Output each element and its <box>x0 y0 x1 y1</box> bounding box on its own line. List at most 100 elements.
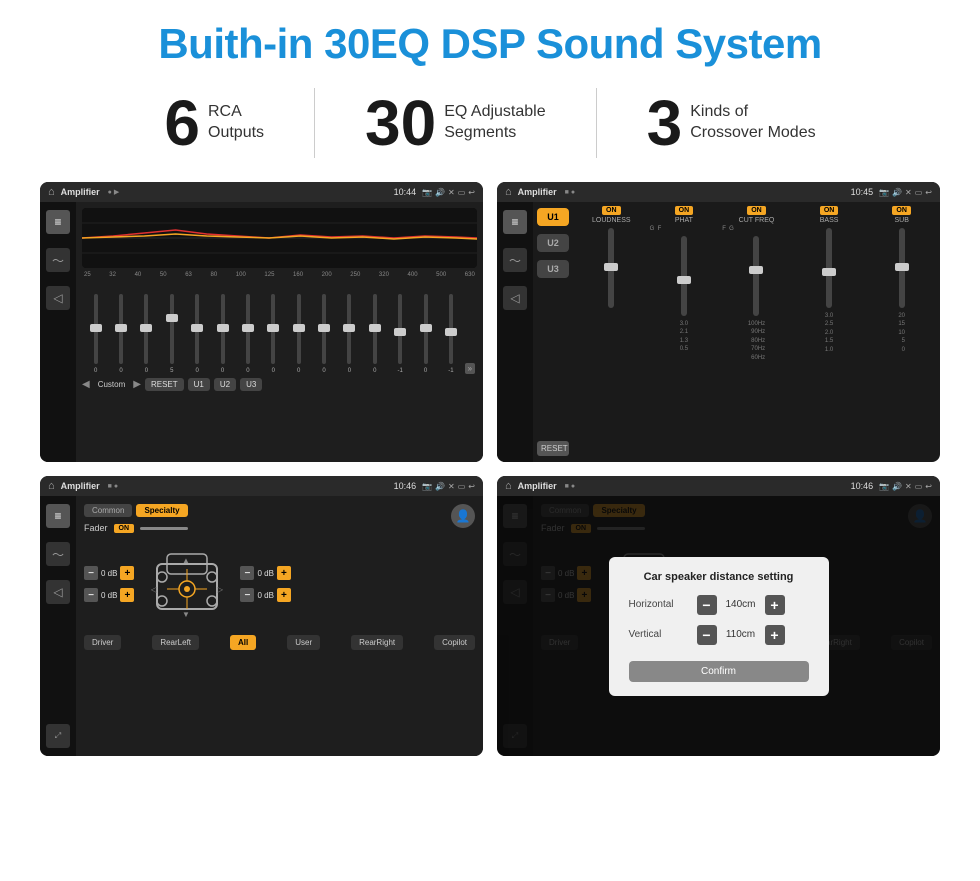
next-button[interactable]: ▶ <box>133 379 141 390</box>
cutfreq-label: CUT FREQ <box>739 217 775 224</box>
phat-scale: 3.02.11.30.5 <box>680 320 688 354</box>
eq-slider-7: 0 <box>236 294 259 374</box>
sub-toggle[interactable]: ON <box>892 206 911 215</box>
bass-slider[interactable] <box>826 228 832 308</box>
cutfreq-toggle[interactable]: ON <box>747 206 766 215</box>
left-speaker-controls: − 0 dB + − 0 dB + <box>84 566 134 602</box>
common-tab[interactable]: Common <box>84 504 132 517</box>
sub-slider[interactable] <box>899 228 905 308</box>
fader-label: Fader <box>84 523 108 533</box>
phat-label: PHAT <box>675 217 693 224</box>
cross-expand-icon[interactable]: ⤢ <box>46 724 70 748</box>
amp-status-icons: 📷🔊✕▭↩ <box>879 188 932 197</box>
dist-home-icon[interactable]: ⌂ <box>505 480 512 492</box>
speaker-icon[interactable]: ◁ <box>46 286 70 310</box>
reset-button[interactable]: RESET <box>145 378 184 391</box>
stat-number-eq: 30 <box>365 91 436 155</box>
cross-spk-icon[interactable]: ◁ <box>46 580 70 604</box>
cross-time: 10:46 <box>394 481 417 491</box>
vertical-row: Vertical − 110cm + <box>629 625 809 645</box>
stat-label-crossover: Kinds ofCrossover Modes <box>690 102 815 144</box>
user-btn[interactable]: User <box>287 635 320 650</box>
fader-slider[interactable] <box>140 527 188 530</box>
rearright-btn[interactable]: RearRight <box>351 635 403 650</box>
loudness-group: ON LOUDNESS <box>577 206 646 458</box>
profile-icon[interactable]: 👤 <box>451 504 475 528</box>
sub-group: ON SUB 20151050 <box>867 206 936 458</box>
specialty-tab[interactable]: Specialty <box>136 504 187 517</box>
prev-button[interactable]: ◀ <box>82 379 90 390</box>
amp-screen-title: Amplifier <box>518 187 557 197</box>
phat-toggle[interactable]: ON <box>675 206 694 215</box>
db-minus-1[interactable]: − <box>84 566 98 580</box>
vertical-plus[interactable]: + <box>765 625 785 645</box>
u3-preset[interactable]: U3 <box>537 260 569 278</box>
horizontal-minus[interactable]: − <box>697 595 717 615</box>
db-minus-4[interactable]: − <box>240 588 254 602</box>
amp-time: 10:45 <box>851 187 874 197</box>
eq-slider-13: -1 <box>389 294 412 374</box>
wave-icon[interactable]: 〜 <box>46 248 70 272</box>
distance-dialog: Car speaker distance setting Horizontal … <box>609 557 829 696</box>
cross-tabs: Common Specialty <box>84 504 188 517</box>
horizontal-plus[interactable]: + <box>765 595 785 615</box>
confirm-button[interactable]: Confirm <box>629 661 809 682</box>
u3-button[interactable]: U3 <box>240 378 262 391</box>
cross-eq-icon[interactable]: ≡ <box>46 504 70 528</box>
rearleft-btn[interactable]: RearLeft <box>152 635 199 650</box>
eq-slider-11: 0 <box>338 294 361 374</box>
cross-home-icon[interactable]: ⌂ <box>48 480 55 492</box>
u2-preset[interactable]: U2 <box>537 234 569 252</box>
dialog-title: Car speaker distance setting <box>629 571 809 583</box>
eq-slider-6: 0 <box>211 294 234 374</box>
amp-spk-icon[interactable]: ◁ <box>503 286 527 310</box>
bottom-controls: Driver RearLeft All User RearRight Copil… <box>84 635 475 650</box>
amp-wave-icon[interactable]: 〜 <box>503 248 527 272</box>
loudness-toggle[interactable]: ON <box>602 206 621 215</box>
cross-screen-title: Amplifier <box>61 481 100 491</box>
cutfreq-slider[interactable] <box>753 236 759 316</box>
eq-icon[interactable]: ≡ <box>46 210 70 234</box>
stat-number-crossover: 3 <box>647 91 683 155</box>
db-plus-2[interactable]: + <box>120 588 134 602</box>
u2-button[interactable]: U2 <box>214 378 236 391</box>
phat-group: ON PHAT G F 3.02.11.30.5 <box>650 206 719 458</box>
stat-eq: 30 EQ AdjustableSegments <box>315 91 596 155</box>
amp-status-bar: ⌂ Amplifier ■ ● 10:45 📷🔊✕▭↩ <box>497 182 940 202</box>
dialog-overlay: Car speaker distance setting Horizontal … <box>497 496 940 756</box>
eq-freq-labels: 2532405063 80100125160200 25032040050063… <box>82 272 477 278</box>
db-plus-1[interactable]: + <box>120 566 134 580</box>
driver-btn[interactable]: Driver <box>84 635 121 650</box>
bass-toggle[interactable]: ON <box>820 206 839 215</box>
stat-label-rca: RCAOutputs <box>208 102 264 144</box>
amp-eq-icon[interactable]: ≡ <box>503 210 527 234</box>
more-button[interactable]: » <box>465 363 475 374</box>
phat-slider[interactable] <box>681 236 687 316</box>
amp-home-icon[interactable]: ⌂ <box>505 186 512 198</box>
eq-slider-8: 0 <box>262 294 285 374</box>
right-speaker-controls: − 0 dB + − 0 dB + <box>240 566 290 602</box>
u1-button[interactable]: U1 <box>188 378 210 391</box>
amp-sidebar: ≡ 〜 ◁ <box>497 202 533 462</box>
loudness-slider[interactable] <box>608 228 614 308</box>
db-minus-3[interactable]: − <box>240 566 254 580</box>
db-plus-3[interactable]: + <box>277 566 291 580</box>
cross-wave-icon[interactable]: 〜 <box>46 542 70 566</box>
screenshots-grid: ⌂ Amplifier ● ▶ 10:44 📷🔊✕▭↩ ≡ 〜 ◁ <box>40 182 940 756</box>
sub-scale: 20151050 <box>898 312 905 354</box>
home-icon[interactable]: ⌂ <box>48 186 55 198</box>
copilot-btn[interactable]: Copilot <box>434 635 475 650</box>
fader-toggle[interactable]: ON <box>114 524 135 533</box>
db-value-4: 0 dB <box>257 591 273 600</box>
all-btn[interactable]: All <box>230 635 256 650</box>
db-plus-4[interactable]: + <box>277 588 291 602</box>
stat-number-rca: 6 <box>164 91 200 155</box>
u1-preset[interactable]: U1 <box>537 208 569 226</box>
db-minus-2[interactable]: − <box>84 588 98 602</box>
bass-scale: 3.02.52.01.51.0 <box>825 312 833 354</box>
amp-presets: U1 U2 U3 RESET <box>533 202 573 462</box>
db-value-2: 0 dB <box>101 591 117 600</box>
crossover-screen: ⌂ Amplifier ■ ● 10:46 📷🔊✕▭↩ ≡ 〜 ◁ ⤢ <box>40 476 483 756</box>
vertical-minus[interactable]: − <box>697 625 717 645</box>
amp-reset[interactable]: RESET <box>537 441 569 456</box>
